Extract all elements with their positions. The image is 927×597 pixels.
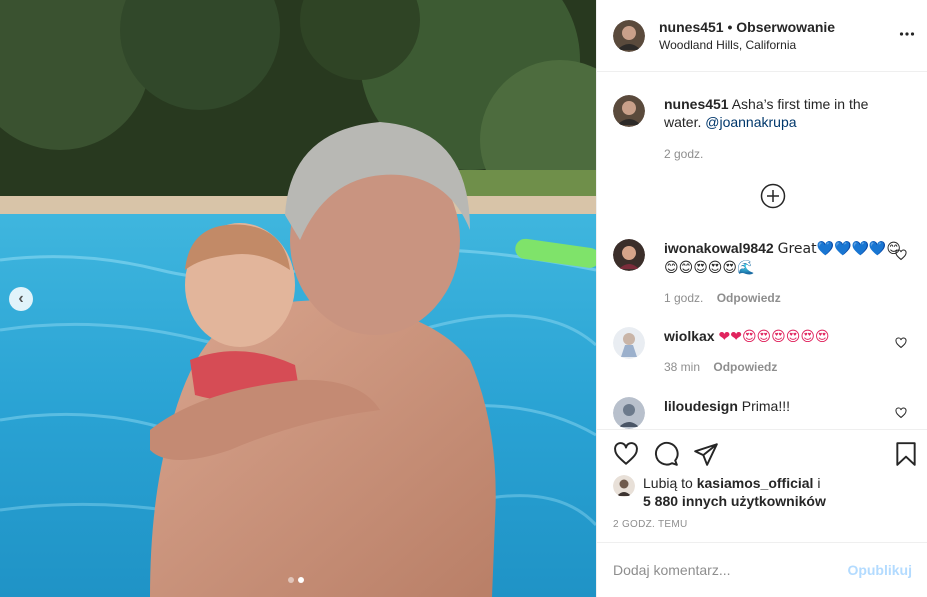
commenter-avatar[interactable]: [613, 327, 645, 359]
post-location[interactable]: Woodland Hills, California: [659, 37, 835, 53]
like-comment-heart-icon[interactable]: [895, 337, 907, 349]
comment-username[interactable]: iwonakowal9842: [664, 240, 774, 256]
like-comment-heart-icon[interactable]: [895, 407, 907, 419]
reply-button[interactable]: Odpowiedz: [713, 360, 777, 374]
chevron-left-icon: ‹: [18, 290, 24, 307]
post-photo[interactable]: ‹: [0, 0, 596, 597]
save-bookmark-icon[interactable]: [893, 441, 919, 467]
author-avatar[interactable]: [613, 19, 645, 52]
likes-prefix: Lubią to: [643, 475, 697, 491]
author-avatar[interactable]: [613, 95, 645, 127]
like-heart-icon[interactable]: [613, 441, 639, 467]
commenter-avatar[interactable]: [613, 239, 645, 271]
pool-scene-image: [0, 0, 596, 597]
post-actions: Lubią to kasiamos_official i 5 880 innyc…: [597, 429, 927, 542]
follow-separator: •: [723, 19, 737, 35]
caption-mention[interactable]: @joannakrupa: [705, 114, 796, 130]
carousel-prev-button[interactable]: ‹: [9, 287, 33, 311]
like-comment-heart-icon[interactable]: [895, 249, 907, 261]
post-details-panel: nunes451 • Obserwowanie Woodland Hills, …: [596, 0, 927, 597]
carousel-dot: [288, 577, 294, 583]
instagram-post: ‹ nunes451 • Obserwowanie Woodland Hills…: [0, 0, 927, 597]
post-header: nunes451 • Obserwowanie Woodland Hills, …: [597, 0, 927, 72]
likes-conj: i: [813, 475, 821, 491]
publish-button[interactable]: Opublikuj: [847, 562, 912, 578]
post-timestamp[interactable]: 2 godz. temu: [613, 519, 688, 530]
likes-others-link[interactable]: 5 880 innych użytkowników: [643, 493, 826, 509]
comment-bubble-icon[interactable]: [653, 441, 679, 467]
comment-text: ❤❤😍😍😍😍😍😍: [718, 329, 830, 345]
follow-status-button[interactable]: Obserwowanie: [736, 19, 835, 35]
liker-avatar[interactable]: [613, 475, 635, 497]
comment-input[interactable]: [613, 562, 848, 578]
comment-text: Prima!!!: [741, 398, 791, 414]
comments-list[interactable]: nunes451 Asha’s first time in the water.…: [597, 73, 927, 429]
comment-username[interactable]: wiolkax: [664, 328, 715, 344]
add-comment-bar: Opublikuj: [597, 542, 927, 597]
caption-time[interactable]: 2 godz.: [664, 147, 703, 161]
load-more-comments-icon[interactable]: [760, 183, 786, 209]
comment-username[interactable]: liloudesign: [664, 398, 738, 414]
comment-time[interactable]: 38 min: [664, 360, 700, 374]
liker-username[interactable]: kasiamos_official: [697, 475, 814, 491]
more-options-icon[interactable]: [899, 26, 915, 42]
caption-username[interactable]: nunes451: [664, 96, 729, 112]
reply-button[interactable]: Odpowiedz: [717, 291, 781, 305]
share-paper-plane-icon[interactable]: [693, 441, 719, 467]
commenter-avatar[interactable]: [613, 397, 645, 429]
likes-summary: Lubią to kasiamos_official i 5 880 innyc…: [613, 474, 826, 510]
carousel-indicator: [288, 577, 304, 583]
author-username[interactable]: nunes451: [659, 19, 724, 35]
comment-time[interactable]: 1 godz.: [664, 291, 703, 305]
carousel-dot-active: [298, 577, 304, 583]
